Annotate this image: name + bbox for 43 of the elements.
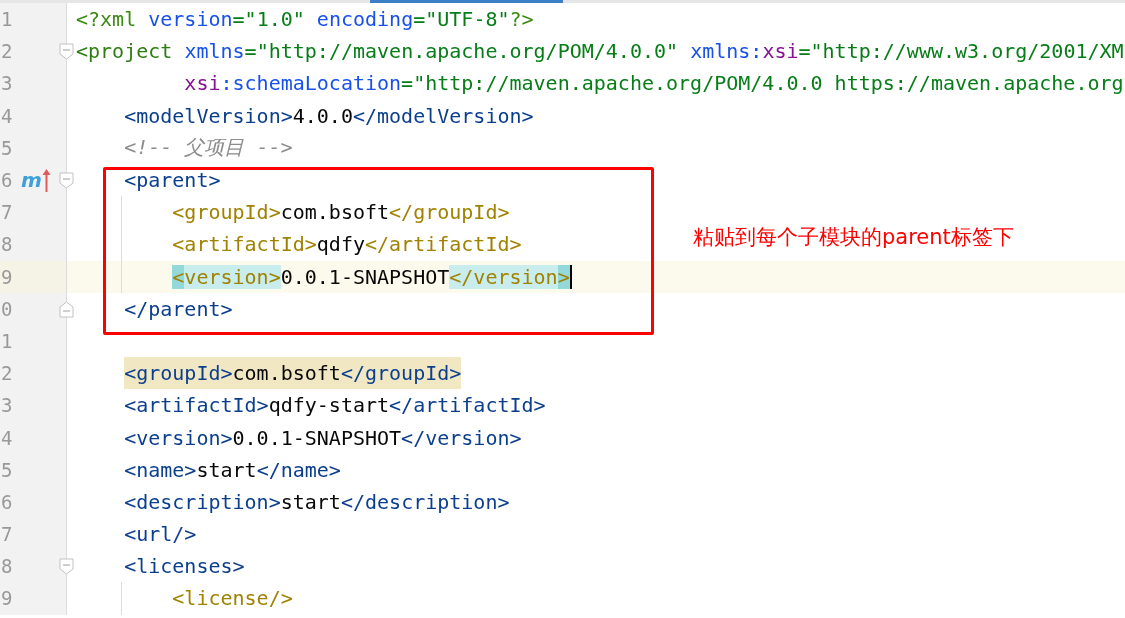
- line-number: 5: [0, 136, 14, 159]
- line-number: 7: [0, 523, 14, 546]
- line-number: 8: [0, 233, 14, 256]
- code-line: <parent>: [124, 167, 221, 195]
- code-line: <project xmlns="http://maven.apache.org/POM/4.0.0" xmlns:xsi="http://www.w3.org/2001/XM: [76, 38, 1124, 66]
- line-number: 8: [0, 555, 14, 578]
- line-number: 1: [0, 8, 14, 31]
- code-line: xsi:schemaLocation="http://maven.apache.org/POM/4.0.0 https://maven.apache.org: [184, 70, 1124, 98]
- code-line: </parent>: [124, 295, 233, 323]
- up-arrow-icon[interactable]: [41, 168, 51, 193]
- line-number: 2: [0, 40, 14, 63]
- line-number: 6: [0, 169, 14, 192]
- line-number: 4: [0, 104, 14, 127]
- annotation-note: 粘贴到每个子模块的parent标签下: [693, 224, 1014, 251]
- line-number: 2: [0, 362, 14, 385]
- code-line: <groupId>com.bsoft</groupId>: [172, 199, 510, 227]
- line-number: 3: [0, 72, 14, 95]
- code-line: <name>start</name>: [124, 456, 341, 484]
- fold-marker-icon[interactable]: [59, 43, 74, 61]
- line-number: 9: [0, 265, 14, 288]
- line-number: 5: [0, 458, 14, 481]
- line-number: 0: [0, 297, 14, 320]
- fold-marker-icon[interactable]: [59, 171, 74, 189]
- line-number: 9: [0, 587, 14, 610]
- code-line: <licenses>: [124, 553, 245, 581]
- line-number: 6: [0, 490, 14, 513]
- code-line: <artifactId>qdfy</artifactId>: [172, 231, 522, 259]
- line-number: 7: [0, 201, 14, 224]
- code-line: <?xml version="1.0" encoding="UTF-8"?>: [76, 6, 534, 34]
- code-line: <license/>: [172, 585, 293, 613]
- code-line: <modelVersion>4.0.0</modelVersion>: [124, 102, 534, 130]
- code-line: <url/>: [124, 521, 197, 549]
- code-line: <version>0.0.1-SNAPSHOT</version>: [124, 424, 522, 452]
- code-line: <description>start</description>: [124, 488, 510, 516]
- line-number: 4: [0, 426, 14, 449]
- fold-marker-icon[interactable]: [59, 558, 74, 576]
- line-number: 3: [0, 394, 14, 417]
- code-line: <version>0.0.1-SNAPSHOT</version>: [172, 263, 570, 291]
- code-line: <!-- 父项目 -->: [124, 134, 293, 162]
- line-number: 1: [0, 329, 14, 352]
- code-line: <artifactId>qdfy-start</artifactId>: [124, 392, 546, 420]
- gutter-marker[interactable]: m: [21, 168, 42, 193]
- fold-marker-icon[interactable]: [59, 300, 74, 318]
